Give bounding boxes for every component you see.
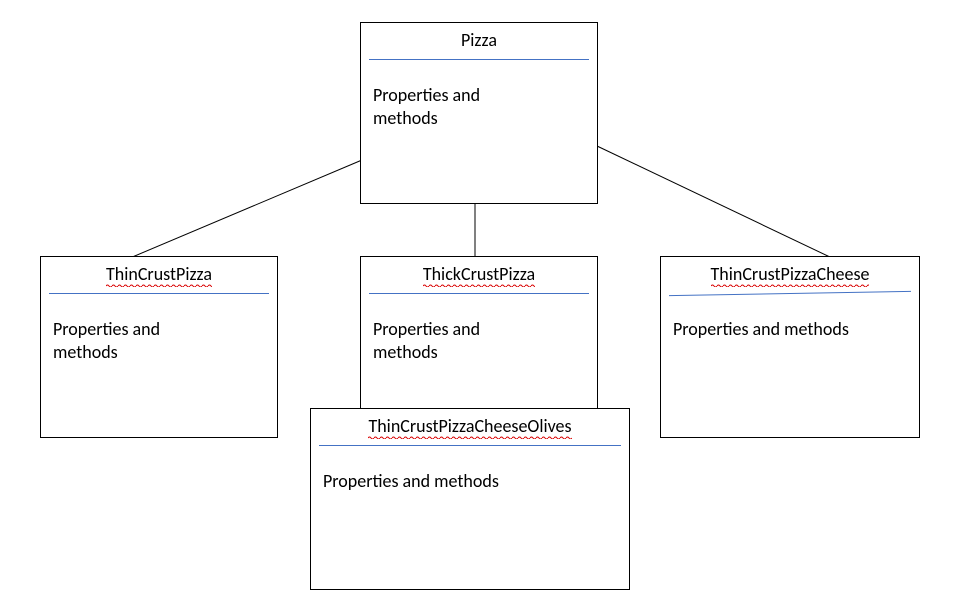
class-body: Properties and methods bbox=[311, 446, 629, 505]
class-pizza: Pizza Properties and methods bbox=[360, 22, 598, 204]
class-thin-crust-pizza-cheese-olives: ThinCrustPizzaCheeseOlives Properties an… bbox=[310, 408, 630, 590]
class-title-text: ThinCrustPizzaCheeseOlives bbox=[368, 415, 571, 437]
class-body-line: Properties and bbox=[53, 318, 160, 340]
class-body: Properties and methods bbox=[661, 294, 919, 353]
class-title: ThinCrustPizzaCheese bbox=[661, 257, 919, 293]
class-body-line: methods bbox=[373, 107, 438, 129]
class-body-line: Properties and methods bbox=[323, 470, 499, 492]
class-title: ThickCrustPizza bbox=[361, 257, 597, 293]
class-body-line: Properties and bbox=[373, 84, 480, 106]
class-body-line: Properties and methods bbox=[673, 318, 849, 340]
class-body: Properties and methods bbox=[361, 294, 597, 377]
class-title: Pizza bbox=[361, 23, 597, 59]
class-title-text: ThickCrustPizza bbox=[423, 263, 535, 285]
class-title-text: ThinCrustPizza bbox=[106, 263, 212, 285]
class-title: ThinCrustPizzaCheeseOlives bbox=[311, 409, 629, 445]
class-body: Properties and methods bbox=[361, 60, 597, 143]
class-title: ThinCrustPizza bbox=[41, 257, 277, 293]
class-body: Properties and methods bbox=[41, 294, 277, 377]
class-thin-crust-pizza-cheese: ThinCrustPizzaCheese Properties and meth… bbox=[660, 256, 920, 438]
class-diagram: Pizza Properties and methods ThinCrustPi… bbox=[0, 0, 959, 616]
class-title-text: ThinCrustPizzaCheese bbox=[711, 263, 870, 285]
class-body-line: Properties and bbox=[373, 318, 480, 340]
class-thin-crust-pizza: ThinCrustPizza Properties and methods bbox=[40, 256, 278, 438]
class-body-line: methods bbox=[373, 341, 438, 363]
class-body-line: methods bbox=[53, 341, 118, 363]
